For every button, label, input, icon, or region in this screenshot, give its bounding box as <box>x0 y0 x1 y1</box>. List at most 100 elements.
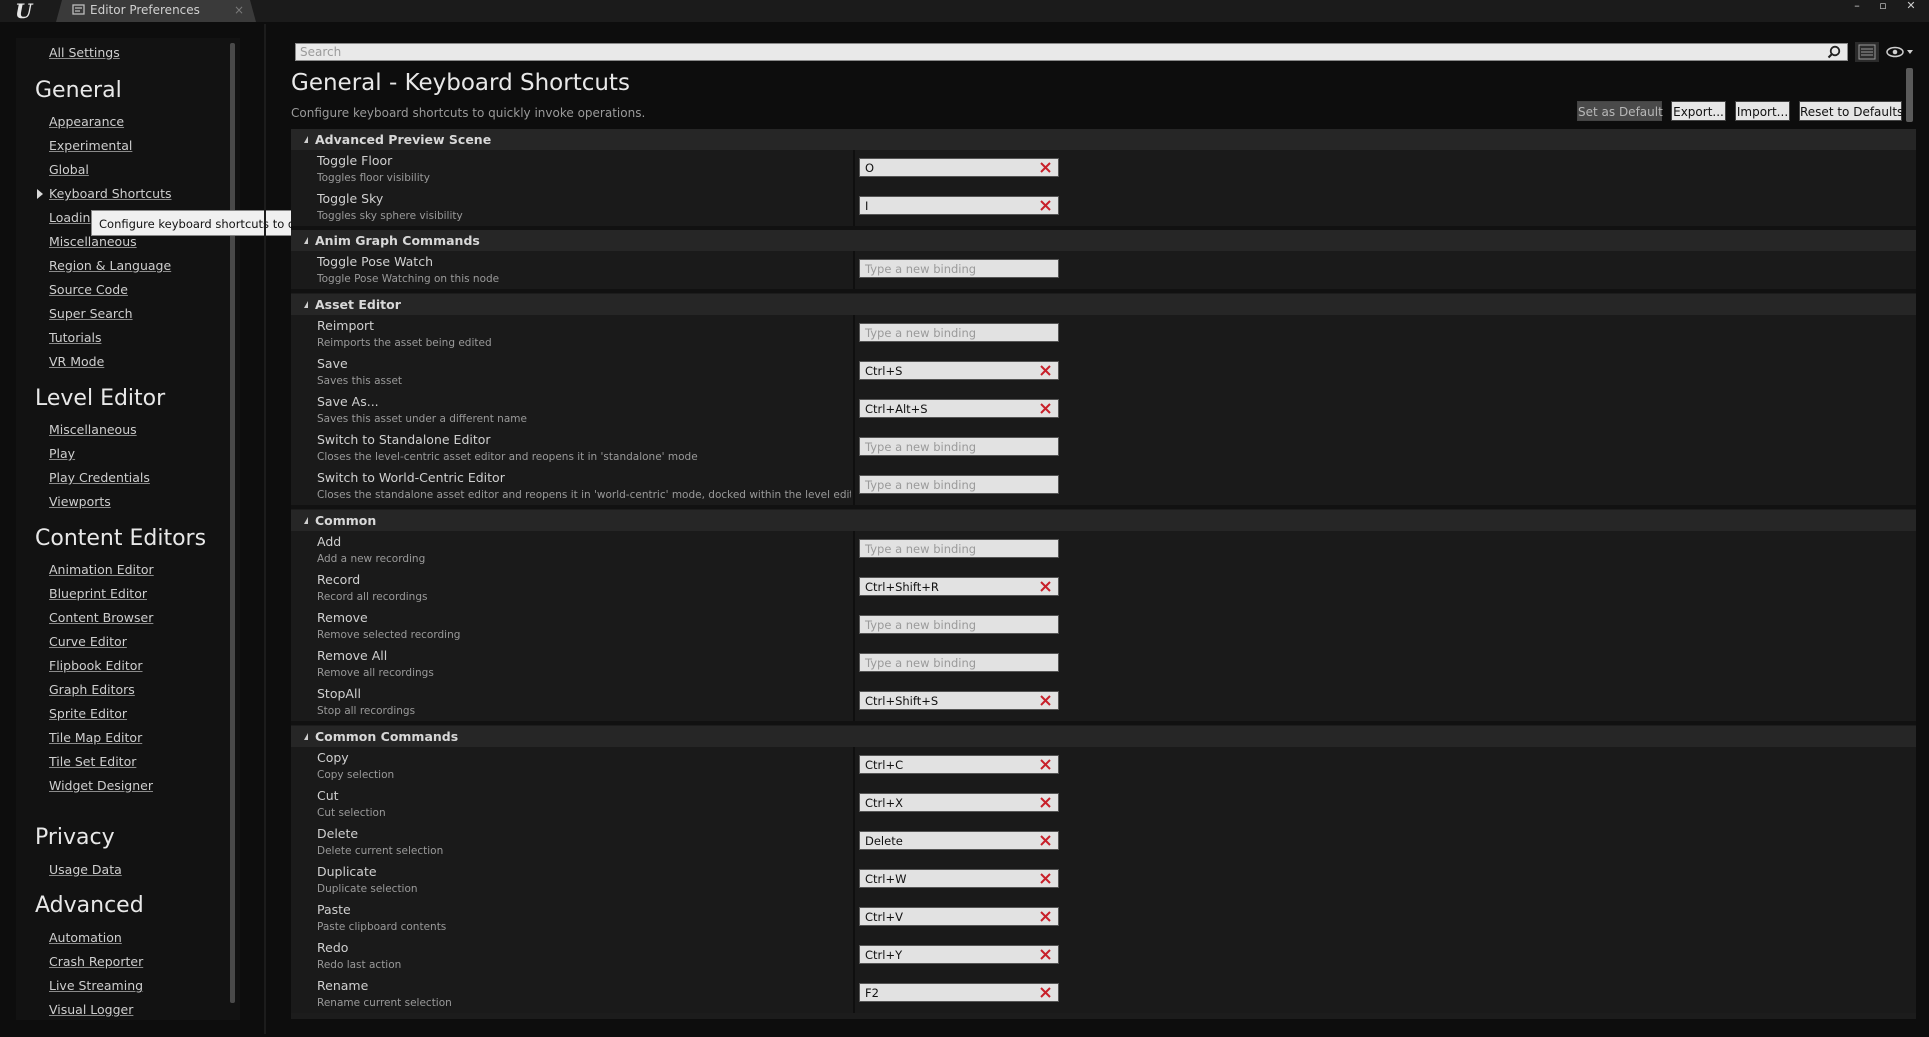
search-icon[interactable] <box>1827 45 1841 59</box>
clear-binding-icon[interactable] <box>1039 758 1052 771</box>
category-asset-editor[interactable]: Asset Editor <box>291 294 1916 315</box>
collapse-arrow-icon[interactable] <box>304 136 308 143</box>
sidebar-item-play-credentials[interactable]: Play Credentials <box>49 470 150 485</box>
tab-close-icon[interactable]: × <box>234 3 244 17</box>
eye-visibility-icon[interactable] <box>1884 42 1916 62</box>
sidebar-item-graph-editors[interactable]: Graph Editors <box>49 682 135 697</box>
sidebar-scrollbar[interactable] <box>230 43 235 1003</box>
column-splitter[interactable] <box>853 785 855 823</box>
sidebar-item-automation[interactable]: Automation <box>49 930 122 945</box>
binding-field[interactable]: Delete <box>859 831 1059 850</box>
category-advanced-preview-scene[interactable]: Advanced Preview Scene <box>291 129 1916 150</box>
column-splitter[interactable] <box>853 150 855 188</box>
binding-field[interactable]: O <box>859 158 1059 177</box>
binding-field[interactable]: Ctrl+Shift+R <box>859 577 1059 596</box>
maximize-icon[interactable]: ▫ <box>1872 0 1894 12</box>
column-splitter[interactable] <box>853 747 855 785</box>
export-button[interactable]: Export... <box>1671 101 1726 121</box>
clear-binding-icon[interactable] <box>1039 364 1052 377</box>
binding-field[interactable]: Ctrl+Alt+S <box>859 399 1059 418</box>
sidebar-item-crash-reporter[interactable]: Crash Reporter <box>49 954 143 969</box>
sidebar-item-appearance[interactable]: Appearance <box>49 114 124 129</box>
column-splitter[interactable] <box>853 251 855 289</box>
column-splitter[interactable] <box>853 391 855 429</box>
column-splitter[interactable] <box>853 315 855 353</box>
column-splitter[interactable] <box>853 353 855 391</box>
pane-divider[interactable] <box>264 24 266 1034</box>
binding-field[interactable]: Ctrl+S <box>859 361 1059 380</box>
close-window-icon[interactable]: ✕ <box>1900 0 1922 12</box>
clear-binding-icon[interactable] <box>1039 872 1052 885</box>
binding-field[interactable]: Ctrl+C <box>859 755 1059 774</box>
column-splitter[interactable] <box>853 899 855 937</box>
sidebar-item-content-browser[interactable]: Content Browser <box>49 610 153 625</box>
binding-field[interactable]: Type a new binding <box>859 437 1059 456</box>
collapse-arrow-icon[interactable] <box>304 301 308 308</box>
sidebar-item-vr-mode[interactable]: VR Mode <box>49 354 104 369</box>
tab-editor-preferences[interactable]: Editor Preferences × <box>56 0 256 22</box>
binding-field[interactable]: Ctrl+W <box>859 869 1059 888</box>
collapse-arrow-icon[interactable] <box>304 517 308 524</box>
sidebar-item-flipbook-editor[interactable]: Flipbook Editor <box>49 658 143 673</box>
sidebar-item-play[interactable]: Play <box>49 446 75 461</box>
import-button[interactable]: Import... <box>1735 101 1790 121</box>
set-as-default-button[interactable]: Set as Default <box>1577 101 1663 121</box>
binding-field[interactable]: Type a new binding <box>859 539 1059 558</box>
view-options-icon[interactable] <box>1855 42 1879 62</box>
sidebar-item-keyboard-shortcuts[interactable]: Keyboard Shortcuts <box>49 186 172 201</box>
sidebar-item-visual-logger[interactable]: Visual Logger <box>49 1002 133 1017</box>
search-input[interactable] <box>300 44 1800 60</box>
sidebar-item-super-search[interactable]: Super Search <box>49 306 133 321</box>
sidebar-item-widget-designer[interactable]: Widget Designer <box>49 778 153 793</box>
binding-field[interactable]: Ctrl+X <box>859 793 1059 812</box>
column-splitter[interactable] <box>853 937 855 975</box>
clear-binding-icon[interactable] <box>1039 161 1052 174</box>
column-splitter[interactable] <box>853 531 855 569</box>
clear-binding-icon[interactable] <box>1039 796 1052 809</box>
sidebar-item-global[interactable]: Global <box>49 162 89 177</box>
sidebar-item-curve-editor[interactable]: Curve Editor <box>49 634 127 649</box>
reset-to-defaults-button[interactable]: Reset to Defaults <box>1799 101 1903 121</box>
sidebar-item-blueprint-editor[interactable]: Blueprint Editor <box>49 586 147 601</box>
column-splitter[interactable] <box>853 861 855 899</box>
column-splitter[interactable] <box>853 188 855 226</box>
category-common[interactable]: Common <box>291 510 1916 531</box>
clear-binding-icon[interactable] <box>1039 694 1052 707</box>
column-splitter[interactable] <box>853 607 855 645</box>
column-splitter[interactable] <box>853 645 855 683</box>
binding-field[interactable]: Type a new binding <box>859 615 1059 634</box>
clear-binding-icon[interactable] <box>1039 402 1052 415</box>
category-common-commands[interactable]: Common Commands <box>291 726 1916 747</box>
main-scrollbar[interactable] <box>1906 68 1913 122</box>
binding-field[interactable]: Type a new binding <box>859 259 1059 278</box>
sidebar-item-experimental[interactable]: Experimental <box>49 138 132 153</box>
sidebar-item-live-streaming[interactable]: Live Streaming <box>49 978 143 993</box>
clear-binding-icon[interactable] <box>1039 834 1052 847</box>
binding-field[interactable]: F2 <box>859 983 1059 1002</box>
column-splitter[interactable] <box>853 683 855 721</box>
sidebar-item-tutorials[interactable]: Tutorials <box>49 330 101 345</box>
clear-binding-icon[interactable] <box>1039 580 1052 593</box>
column-splitter[interactable] <box>853 823 855 861</box>
sidebar-item-animation-editor[interactable]: Animation Editor <box>49 562 154 577</box>
column-splitter[interactable] <box>853 467 855 505</box>
sidebar-item-viewports[interactable]: Viewports <box>49 494 111 509</box>
binding-field[interactable]: Ctrl+Shift+S <box>859 691 1059 710</box>
minimize-icon[interactable]: – <box>1846 0 1868 12</box>
sidebar-item-level-miscellaneous[interactable]: Miscellaneous <box>49 422 137 437</box>
sidebar-item-source-code[interactable]: Source Code <box>49 282 128 297</box>
clear-binding-icon[interactable] <box>1039 986 1052 999</box>
clear-binding-icon[interactable] <box>1039 948 1052 961</box>
sidebar-item-tile-map-editor[interactable]: Tile Map Editor <box>49 730 142 745</box>
column-splitter[interactable] <box>853 429 855 467</box>
binding-field[interactable]: Ctrl+V <box>859 907 1059 926</box>
search-box[interactable] <box>295 43 1848 61</box>
sidebar-item-tile-set-editor[interactable]: Tile Set Editor <box>49 754 136 769</box>
column-splitter[interactable] <box>853 569 855 607</box>
sidebar-item-region-language[interactable]: Region & Language <box>49 258 171 273</box>
sidebar-item-usage-data[interactable]: Usage Data <box>49 862 122 877</box>
binding-field[interactable]: Type a new binding <box>859 475 1059 494</box>
sidebar-item-sprite-editor[interactable]: Sprite Editor <box>49 706 127 721</box>
sidebar-item-all-settings[interactable]: All Settings <box>49 45 120 60</box>
category-anim-graph-commands[interactable]: Anim Graph Commands <box>291 230 1916 251</box>
